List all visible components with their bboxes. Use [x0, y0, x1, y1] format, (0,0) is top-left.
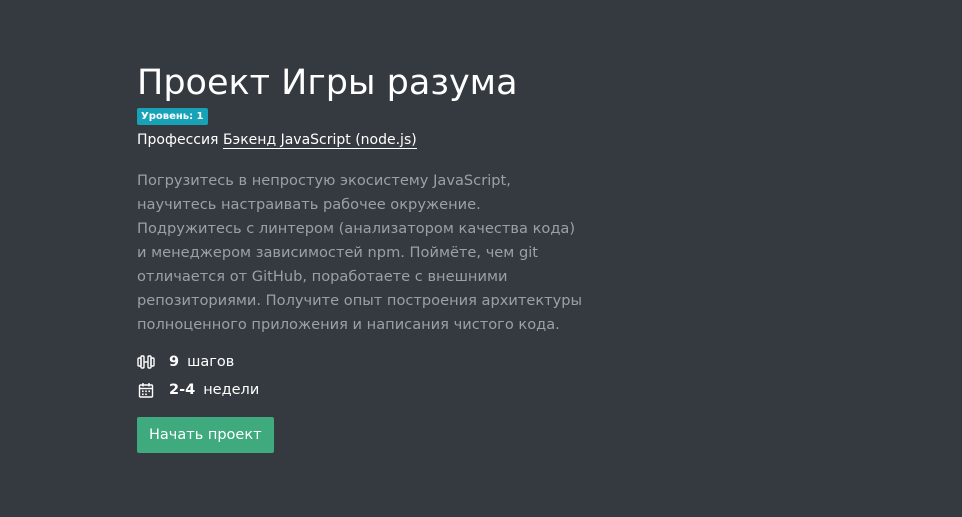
steps-unit: шагов [187, 354, 235, 370]
calendar-icon [137, 381, 155, 399]
duration-value: 2-4 [169, 382, 196, 398]
level-badge: Уровень: 1 [137, 108, 208, 125]
steps-count: 9 [169, 354, 180, 370]
duration-stat: 2-4 недели [137, 379, 587, 401]
project-stats: 9 шагов 2-4 недели [137, 351, 587, 401]
project-description: Погрузитесь в непростую экосистему JavaS… [137, 172, 583, 333]
profession-label: Профессия [137, 132, 219, 148]
project-hero: Проект Игры разума Уровень: 1 Профессия … [137, 62, 587, 453]
dumbbell-icon [137, 353, 155, 371]
profession-link[interactable]: Бэкенд JavaScript (node.js) [222, 132, 417, 149]
page-title: Проект Игры разума [137, 63, 518, 103]
profession-line: Профессия Бэкенд JavaScript (node.js) [137, 131, 587, 149]
steps-stat: 9 шагов [137, 351, 587, 373]
start-project-button[interactable]: Начать проект [137, 417, 274, 453]
duration-unit: недели [203, 382, 260, 398]
